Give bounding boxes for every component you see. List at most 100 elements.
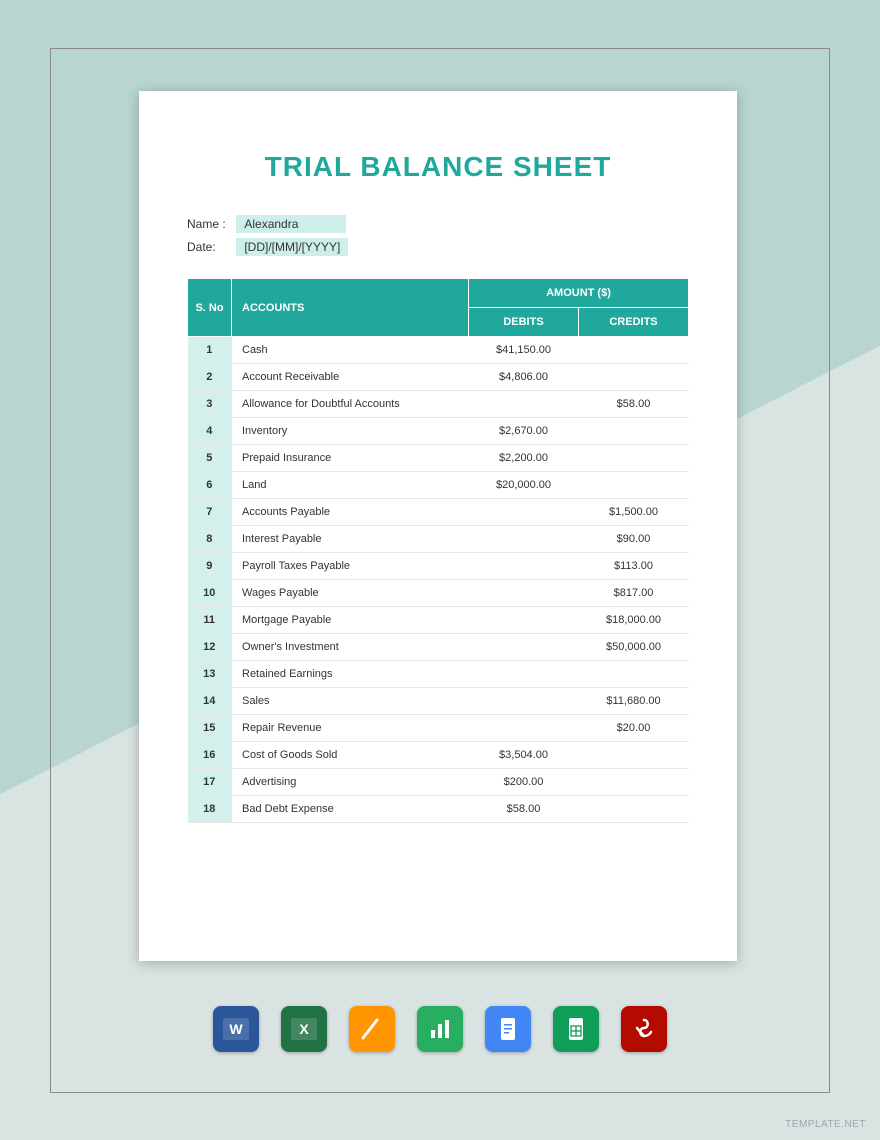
table-row: 10Wages Payable $817.00 [188, 580, 689, 607]
word-icon[interactable]: W [213, 1006, 259, 1052]
cell-account: Repair Revenue [232, 715, 469, 742]
cell-debit: $2,200.00 [469, 445, 579, 472]
cell-credit [579, 445, 689, 472]
cell-account: Accounts Payable [232, 499, 469, 526]
numbers-icon[interactable] [417, 1006, 463, 1052]
cell-sno: 16 [188, 742, 232, 769]
cell-account: Land [232, 472, 469, 499]
cell-credit [579, 661, 689, 688]
cell-account: Advertising [232, 769, 469, 796]
table-row: 13Retained Earnings [188, 661, 689, 688]
cell-debit [469, 715, 579, 742]
cell-credit: $113.00 [579, 553, 689, 580]
cell-account: Sales [232, 688, 469, 715]
cell-credit [579, 742, 689, 769]
table-row: 16Cost of Goods Sold$3,504.00 [188, 742, 689, 769]
cell-account: Account Receivable [232, 364, 469, 391]
cell-debit: $20,000.00 [469, 472, 579, 499]
pdf-icon[interactable] [621, 1006, 667, 1052]
cell-account: Mortgage Payable [232, 607, 469, 634]
cell-sno: 17 [188, 769, 232, 796]
table-row: 7Accounts Payable $1,500.00 [188, 499, 689, 526]
table-row: 18Bad Debt Expense$58.00 [188, 796, 689, 823]
cell-account: Retained Earnings [232, 661, 469, 688]
table-row: 11Mortgage Payable $18,000.00 [188, 607, 689, 634]
cell-sno: 2 [188, 364, 232, 391]
google-docs-icon[interactable] [485, 1006, 531, 1052]
cell-sno: 13 [188, 661, 232, 688]
svg-text:X: X [299, 1021, 309, 1037]
header-amount: AMOUNT ($) [469, 279, 689, 308]
cell-debit [469, 499, 579, 526]
page-title: TRIAL BALANCE SHEET [187, 151, 689, 183]
cell-account: Interest Payable [232, 526, 469, 553]
cell-sno: 3 [188, 391, 232, 418]
cell-credit: $11,680.00 [579, 688, 689, 715]
cell-credit: $1,500.00 [579, 499, 689, 526]
date-label: Date: [187, 240, 233, 254]
cell-sno: 14 [188, 688, 232, 715]
cell-credit [579, 418, 689, 445]
date-value: [DD]/[MM]/[YYYY] [236, 238, 348, 256]
excel-icon[interactable]: X [281, 1006, 327, 1052]
cell-sno: 4 [188, 418, 232, 445]
document-page: TRIAL BALANCE SHEET Name : Alexandra Dat… [139, 91, 737, 961]
cell-debit [469, 526, 579, 553]
cell-credit: $20.00 [579, 715, 689, 742]
table-row: 4Inventory$2,670.00 [188, 418, 689, 445]
cell-credit: $50,000.00 [579, 634, 689, 661]
cell-sno: 9 [188, 553, 232, 580]
cell-account: Prepaid Insurance [232, 445, 469, 472]
header-debits: DEBITS [469, 308, 579, 337]
header-credits: CREDITS [579, 308, 689, 337]
cell-account: Payroll Taxes Payable [232, 553, 469, 580]
svg-text:W: W [229, 1021, 243, 1037]
cell-credit: $90.00 [579, 526, 689, 553]
table-row: 1Cash$41,150.00 [188, 337, 689, 364]
date-row: Date: [DD]/[MM]/[YYYY] [187, 238, 689, 256]
watermark: TEMPLATE.NET [785, 1119, 866, 1130]
name-value: Alexandra [236, 215, 346, 233]
cell-credit [579, 472, 689, 499]
cell-sno: 1 [188, 337, 232, 364]
cell-debit: $4,806.00 [469, 364, 579, 391]
table-row: 2Account Receivable$4,806.00 [188, 364, 689, 391]
cell-account: Wages Payable [232, 580, 469, 607]
cell-debit [469, 580, 579, 607]
cell-credit [579, 796, 689, 823]
cell-account: Cash [232, 337, 469, 364]
cell-account: Cost of Goods Sold [232, 742, 469, 769]
google-sheets-icon[interactable] [553, 1006, 599, 1052]
cell-credit [579, 769, 689, 796]
table-row: 6Land$20,000.00 [188, 472, 689, 499]
cell-debit: $3,504.00 [469, 742, 579, 769]
header-sno: S. No [188, 279, 232, 337]
table-row: 8Interest Payable$90.00 [188, 526, 689, 553]
name-label: Name : [187, 217, 233, 231]
cell-debit: $2,670.00 [469, 418, 579, 445]
cell-sno: 11 [188, 607, 232, 634]
cell-debit [469, 688, 579, 715]
cell-account: Owner's Investment [232, 634, 469, 661]
cell-account: Allowance for Doubtful Accounts [232, 391, 469, 418]
cell-sno: 15 [188, 715, 232, 742]
pages-icon[interactable] [349, 1006, 395, 1052]
name-row: Name : Alexandra [187, 215, 689, 233]
cell-sno: 10 [188, 580, 232, 607]
header-accounts: ACCOUNTS [232, 279, 469, 337]
cell-credit: $18,000.00 [579, 607, 689, 634]
cell-debit: $200.00 [469, 769, 579, 796]
cell-credit: $58.00 [579, 391, 689, 418]
table-row: 5Prepaid Insurance$2,200.00 [188, 445, 689, 472]
cell-sno: 12 [188, 634, 232, 661]
cell-sno: 5 [188, 445, 232, 472]
cell-debit [469, 553, 579, 580]
cell-debit: $58.00 [469, 796, 579, 823]
cell-sno: 18 [188, 796, 232, 823]
cell-credit: $817.00 [579, 580, 689, 607]
format-icons-row: WX [51, 1006, 829, 1052]
trial-balance-table: S. No ACCOUNTS AMOUNT ($) DEBITS CREDITS… [187, 278, 689, 823]
cell-sno: 7 [188, 499, 232, 526]
table-row: 15Repair Revenue $20.00 [188, 715, 689, 742]
table-row: 3Allowance for Doubtful Accounts $58.00 [188, 391, 689, 418]
